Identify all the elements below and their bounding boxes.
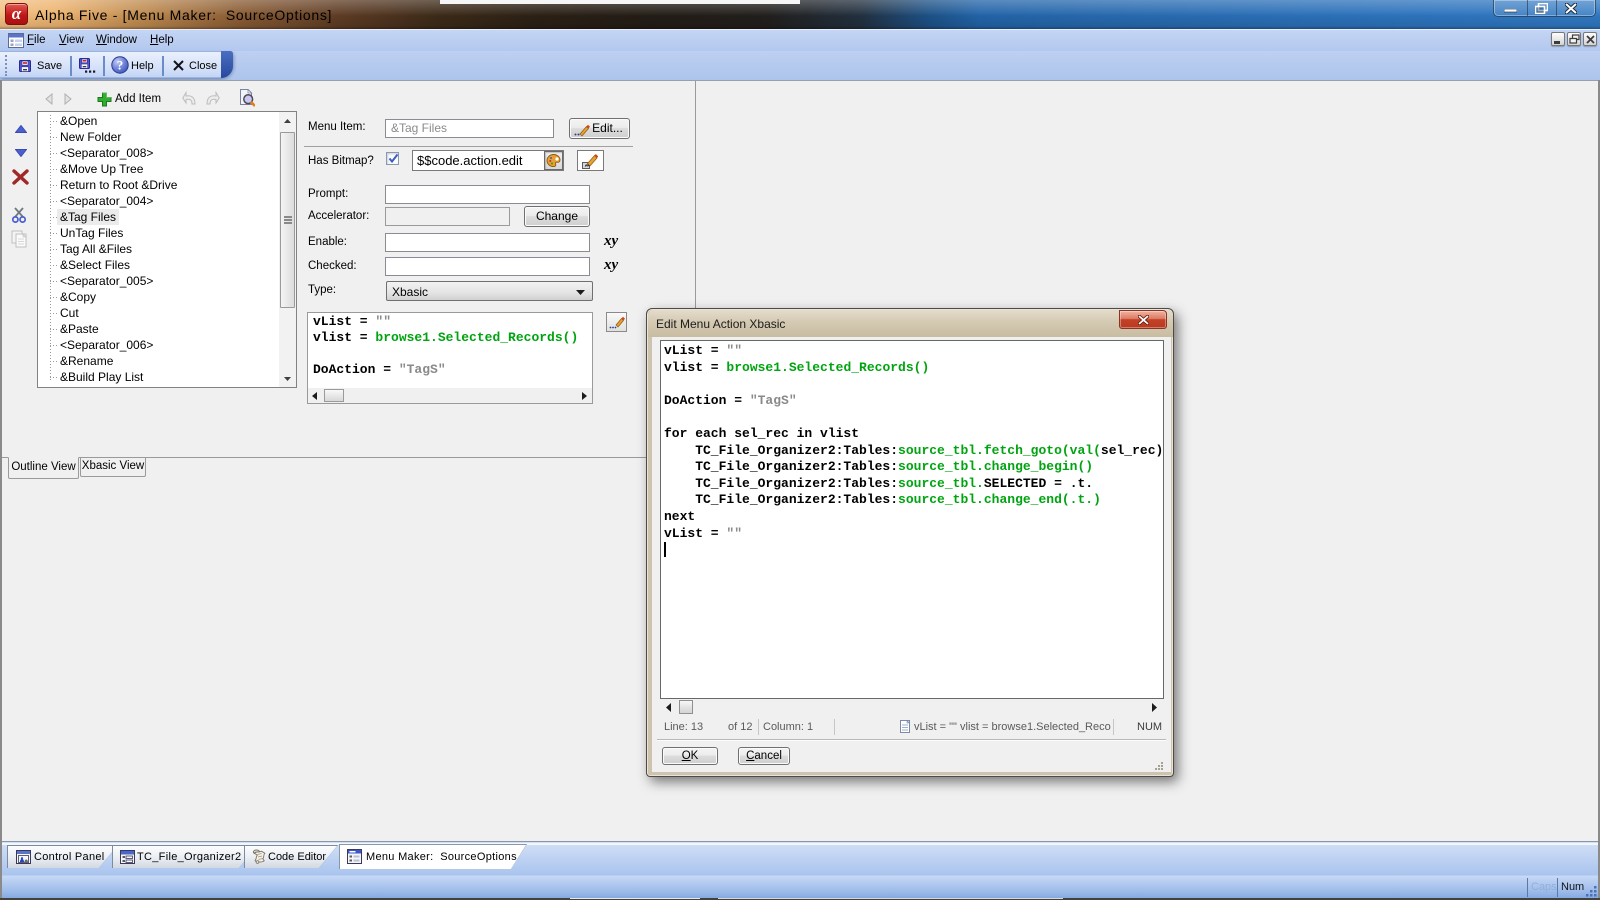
svg-text:?: ? (117, 58, 124, 73)
